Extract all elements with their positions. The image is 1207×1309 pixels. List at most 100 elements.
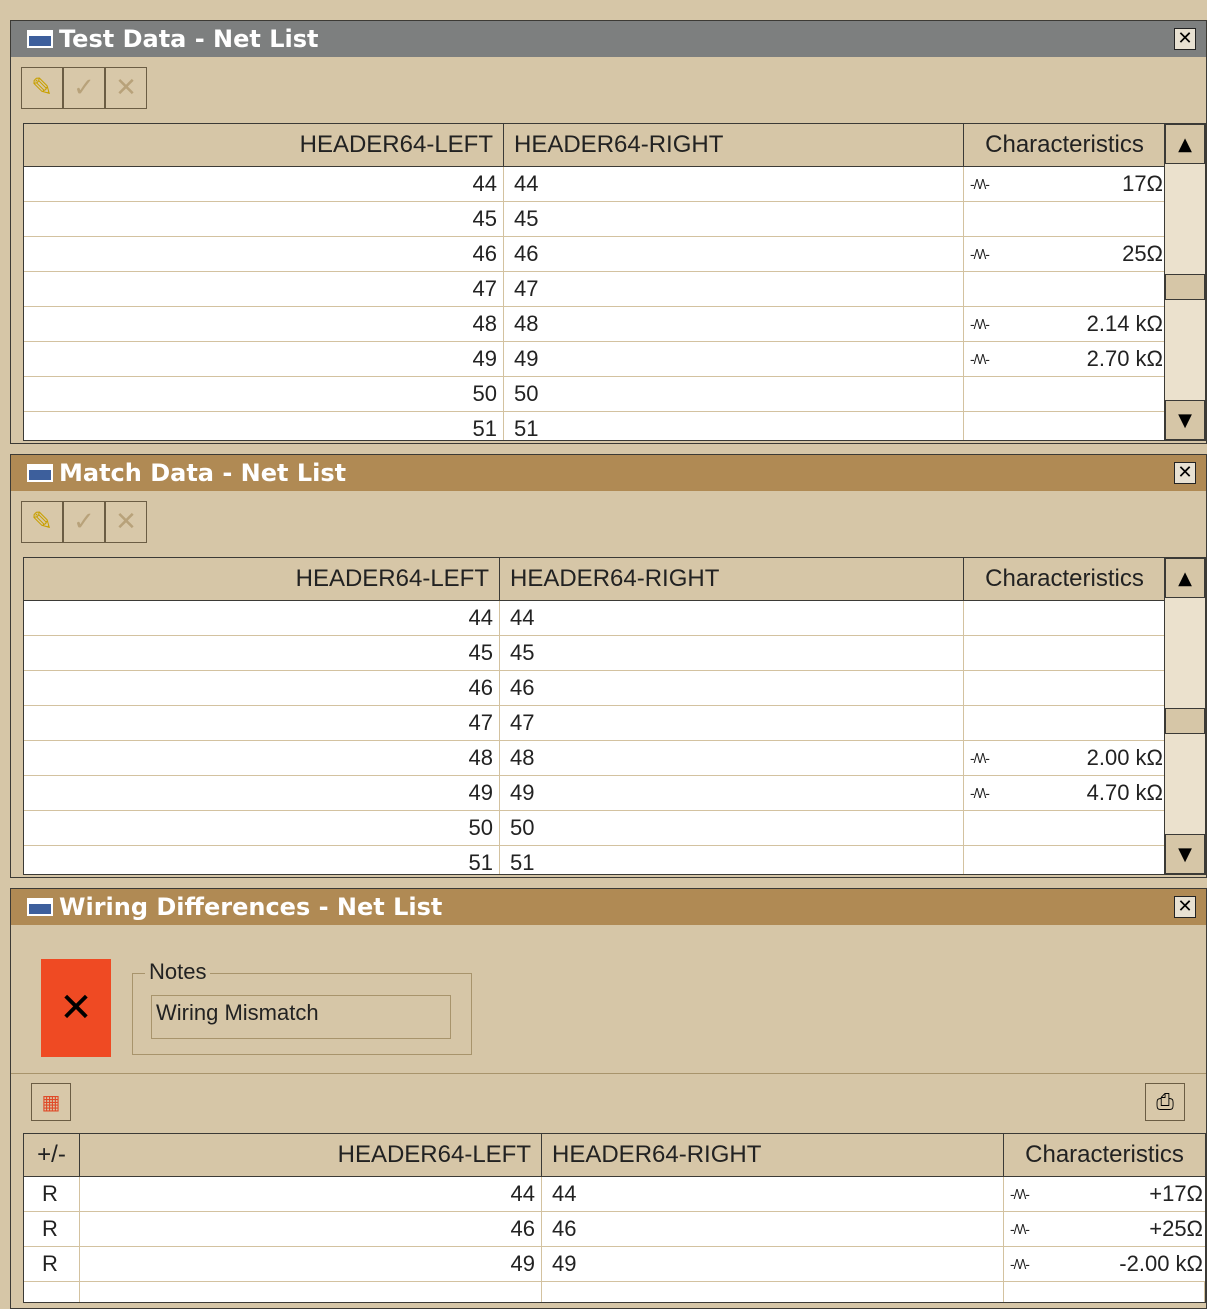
col-header-flag[interactable]: +/- xyxy=(24,1134,80,1176)
cell-characteristics: -/\/\- 2.70 kΩ xyxy=(964,342,1166,376)
printer-icon: ⎙ xyxy=(1156,1089,1174,1115)
table-row[interactable]: 51 51 xyxy=(24,412,1205,440)
test-data-titlebar[interactable]: Test Data - Net List ✕ xyxy=(11,21,1206,57)
table-row[interactable]: R 49 49 -/\/\- -2.00 kΩ xyxy=(24,1247,1205,1282)
scroll-up-icon[interactable]: ▲ xyxy=(1165,558,1205,598)
cell-characteristics: -/\/\- 2.00 kΩ xyxy=(964,741,1166,775)
resistor-icon: -/\/\- xyxy=(1010,1256,1030,1272)
scroll-down-icon[interactable]: ▼ xyxy=(1165,400,1205,440)
wiring-differences-panel: Wiring Differences - Net List ✕ ✕ Notes … xyxy=(10,888,1207,1309)
compare-button[interactable]: ▦ xyxy=(31,1083,71,1121)
test-data-panel: Test Data - Net List ✕ ✎ ✓ ✕ HEADER64-LE… xyxy=(10,20,1207,444)
table-row[interactable]: 45 45 xyxy=(24,636,1205,671)
col-header-right[interactable]: HEADER64-RIGHT xyxy=(500,558,964,600)
cell-characteristics xyxy=(964,811,1166,845)
cell-left: 46 xyxy=(24,671,500,705)
col-header-right[interactable]: HEADER64-RIGHT xyxy=(542,1134,1004,1176)
cell-left: 44 xyxy=(80,1177,542,1211)
reject-button[interactable]: ✕ xyxy=(105,67,147,109)
table-row[interactable]: R 44 44 -/\/\- +17Ω xyxy=(24,1177,1205,1212)
characteristic-value: 2.00 kΩ xyxy=(1086,745,1163,770)
print-button[interactable]: ⎙ xyxy=(1145,1083,1185,1121)
cell-right: 44 xyxy=(504,167,964,201)
grid-header: HEADER64-LEFT HEADER64-RIGHT Characteris… xyxy=(24,124,1205,167)
cell-left: 48 xyxy=(24,741,500,775)
empty-cell xyxy=(24,1282,80,1302)
col-header-left[interactable]: HEADER64-LEFT xyxy=(24,558,500,600)
cell-right: 47 xyxy=(500,706,964,740)
wiring-diff-titlebar[interactable]: Wiring Differences - Net List ✕ xyxy=(11,889,1206,925)
scroll-thumb[interactable] xyxy=(1165,274,1205,300)
cell-right: 46 xyxy=(500,671,964,705)
table-row[interactable]: 51 51 xyxy=(24,846,1205,874)
cell-right: 49 xyxy=(542,1247,1004,1281)
cell-left: 50 xyxy=(24,377,504,411)
table-row[interactable]: 46 46 xyxy=(24,671,1205,706)
scroll-thumb[interactable] xyxy=(1165,708,1205,734)
table-row[interactable]: 46 46 -/\/\- 25Ω xyxy=(24,237,1205,272)
scroll-up-icon[interactable]: ▲ xyxy=(1165,124,1205,164)
match-data-titlebar[interactable]: Match Data - Net List ✕ xyxy=(11,455,1206,491)
table-row[interactable]: 47 47 xyxy=(24,272,1205,307)
cell-left: 48 xyxy=(24,307,504,341)
table-row[interactable]: 49 49 -/\/\- 2.70 kΩ xyxy=(24,342,1205,377)
table-row[interactable]: 50 50 xyxy=(24,377,1205,412)
cell-right: 51 xyxy=(504,412,964,440)
accept-button[interactable]: ✓ xyxy=(63,67,105,109)
col-header-characteristics[interactable]: Characteristics xyxy=(1004,1134,1205,1176)
scrollbar[interactable]: ▲ ▼ xyxy=(1164,124,1205,440)
close-icon[interactable]: ✕ xyxy=(1174,462,1196,484)
characteristic-value: 17Ω xyxy=(1122,171,1163,196)
table-row[interactable]: 44 44 xyxy=(24,601,1205,636)
cell-left: 51 xyxy=(24,412,504,440)
accept-button[interactable]: ✓ xyxy=(63,501,105,543)
col-header-left[interactable]: HEADER64-LEFT xyxy=(24,124,504,166)
window-icon xyxy=(27,30,53,48)
scroll-down-icon[interactable]: ▼ xyxy=(1165,834,1205,874)
edit-button[interactable]: ✎ xyxy=(21,67,63,109)
table-row[interactable]: 47 47 xyxy=(24,706,1205,741)
col-header-characteristics[interactable]: Characteristics xyxy=(964,558,1166,600)
x-icon: ✕ xyxy=(115,507,137,537)
col-header-left[interactable]: HEADER64-LEFT xyxy=(80,1134,542,1176)
cell-characteristics xyxy=(964,636,1166,670)
col-header-characteristics[interactable]: Characteristics xyxy=(964,124,1166,166)
cell-flag: R xyxy=(24,1247,80,1281)
test-toolbar: ✎ ✓ ✕ xyxy=(11,57,1206,109)
table-row[interactable]: 48 48 -/\/\- 2.00 kΩ xyxy=(24,741,1205,776)
divider xyxy=(11,1073,1206,1074)
check-icon: ✓ xyxy=(73,507,95,537)
cell-characteristics: -/\/\- -2.00 kΩ xyxy=(1004,1247,1205,1281)
table-row[interactable]: R 46 46 -/\/\- +25Ω xyxy=(24,1212,1205,1247)
cell-left: 47 xyxy=(24,272,504,306)
close-icon[interactable]: ✕ xyxy=(1174,896,1196,918)
close-icon[interactable]: ✕ xyxy=(1174,28,1196,50)
cell-right: 44 xyxy=(500,601,964,635)
notes-field[interactable]: Wiring Mismatch xyxy=(151,995,451,1039)
table-row-empty[interactable] xyxy=(24,1282,1205,1302)
cell-characteristics: -/\/\- 2.14 kΩ xyxy=(964,307,1166,341)
cell-right: 45 xyxy=(504,202,964,236)
edit-button[interactable]: ✎ xyxy=(21,501,63,543)
reject-button[interactable]: ✕ xyxy=(105,501,147,543)
match-data-grid: HEADER64-LEFT HEADER64-RIGHT Characteris… xyxy=(23,557,1206,875)
empty-cell xyxy=(542,1282,1004,1302)
table-row[interactable]: 45 45 xyxy=(24,202,1205,237)
cell-characteristics: -/\/\- 4.70 kΩ xyxy=(964,776,1166,810)
table-row[interactable]: 48 48 -/\/\- 2.14 kΩ xyxy=(24,307,1205,342)
resistor-icon: -/\/\- xyxy=(970,246,990,262)
resistor-icon: -/\/\- xyxy=(970,750,990,766)
resistor-icon: -/\/\- xyxy=(970,176,990,192)
table-row[interactable]: 49 49 -/\/\- 4.70 kΩ xyxy=(24,776,1205,811)
table-row[interactable]: 44 44 -/\/\- 17Ω xyxy=(24,167,1205,202)
resistor-icon: -/\/\- xyxy=(1010,1221,1030,1237)
col-header-right[interactable]: HEADER64-RIGHT xyxy=(504,124,964,166)
cell-left: 46 xyxy=(80,1212,542,1246)
cell-right: 50 xyxy=(504,377,964,411)
cell-right: 49 xyxy=(504,342,964,376)
cell-characteristics xyxy=(964,671,1166,705)
wiring-diff-grid: +/- HEADER64-LEFT HEADER64-RIGHT Charact… xyxy=(23,1133,1206,1303)
scrollbar[interactable]: ▲ ▼ xyxy=(1164,558,1205,874)
table-row[interactable]: 50 50 xyxy=(24,811,1205,846)
grid-header: HEADER64-LEFT HEADER64-RIGHT Characteris… xyxy=(24,558,1205,601)
